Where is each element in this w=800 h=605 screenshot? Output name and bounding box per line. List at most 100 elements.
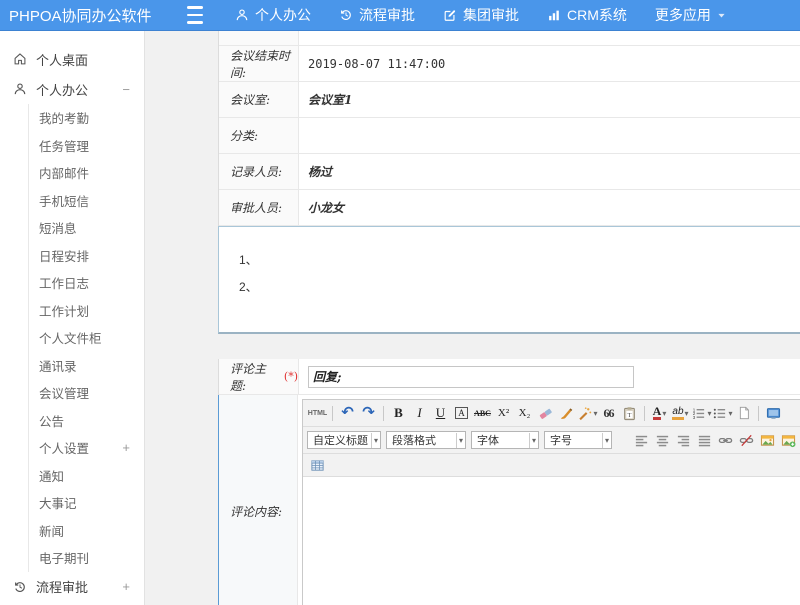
superscript-button-glyph: X² bbox=[498, 407, 509, 419]
image-button[interactable] bbox=[757, 431, 778, 450]
top-menu-label: 个人办公 bbox=[255, 5, 311, 25]
sidebar-item-label: 通讯录 bbox=[39, 356, 77, 375]
meeting-value-text: 2019-08-07 11:47:00 bbox=[308, 57, 445, 71]
heading-select[interactable]: 自定义标题▾ bbox=[307, 431, 381, 449]
meeting-row-label: 审批人员: bbox=[219, 190, 299, 225]
align-justify-button[interactable] bbox=[694, 431, 715, 450]
blockquote-button-glyph: 66 bbox=[604, 406, 614, 421]
sidebar-item-17[interactable]: 大事记 bbox=[29, 489, 144, 517]
table-button[interactable] bbox=[307, 456, 328, 475]
sidebar-subgroup: 我的考勤任务管理内部邮件手机短信短消息日程安排工作日志工作计划个人文件柜通讯录会… bbox=[28, 104, 144, 572]
history-icon bbox=[13, 580, 27, 594]
sidebar-item-4[interactable]: 任务管理 bbox=[29, 132, 144, 160]
svg-text:3: 3 bbox=[693, 414, 696, 419]
paragraph-select[interactable]: 段落格式▾ bbox=[386, 431, 466, 449]
source-button[interactable]: HTML bbox=[307, 404, 328, 423]
meeting-value-text: 会议室1 bbox=[308, 91, 352, 108]
quick-format-button[interactable]: ▾ bbox=[577, 404, 598, 423]
sidebar-item-3[interactable]: 我的考勤 bbox=[29, 104, 144, 132]
remove-format-button[interactable] bbox=[535, 404, 556, 423]
sidebar-item-7[interactable]: 短消息 bbox=[29, 214, 144, 242]
sidebar-item-10[interactable]: 工作计划 bbox=[29, 297, 144, 325]
format-brush-button[interactable] bbox=[556, 404, 577, 423]
sidebar-item-18[interactable]: 新闻 bbox=[29, 517, 144, 545]
sidebar-item-9[interactable]: 工作日志 bbox=[29, 269, 144, 297]
editor-content-area[interactable] bbox=[303, 477, 800, 605]
sidebar-item-2[interactable]: 个人办公 − bbox=[0, 74, 144, 104]
top-menu-item-1[interactable]: 个人办公 bbox=[235, 5, 311, 25]
redo-button[interactable]: ↷ bbox=[358, 404, 379, 423]
new-page-button[interactable] bbox=[733, 404, 754, 423]
sidebar-item-14[interactable]: 公告 bbox=[29, 407, 144, 435]
italic-button-glyph: I bbox=[417, 405, 421, 421]
size-select[interactable]: 字号▾ bbox=[544, 431, 612, 449]
highlight-button-glyph: ab bbox=[672, 407, 683, 420]
history-icon bbox=[339, 8, 353, 22]
link-button[interactable] bbox=[715, 431, 736, 450]
paste-text-button[interactable]: T bbox=[619, 404, 640, 423]
underline-button[interactable]: U bbox=[430, 404, 451, 423]
top-menu-item-4[interactable]: CRM系统 bbox=[547, 5, 627, 25]
sidebar-item-20[interactable]: 流程审批+ bbox=[0, 572, 144, 602]
sidebar-item-label: 手机短信 bbox=[39, 191, 89, 210]
sidebar-item-8[interactable]: 日程安排 bbox=[29, 242, 144, 270]
app-title[interactable]: PHPOA协同办公软件 bbox=[0, 5, 187, 26]
sidebar-item-1[interactable]: 个人桌面 bbox=[0, 44, 144, 74]
sidebar-item-15[interactable]: 个人设置+ bbox=[29, 434, 144, 462]
top-menu-item-5[interactable]: 更多应用 bbox=[655, 5, 726, 25]
link-icon bbox=[718, 433, 733, 448]
sidebar-item-13[interactable]: 会议管理 bbox=[29, 379, 144, 407]
caret-down-icon: ▾ bbox=[529, 433, 538, 448]
highlight-button[interactable]: ab▾ bbox=[670, 404, 691, 423]
comment-subject-input[interactable] bbox=[308, 366, 634, 388]
insert-image-icon bbox=[781, 433, 796, 448]
meeting-row-value: 杨过 bbox=[299, 154, 800, 189]
sidebar-item-12[interactable]: 通讯录 bbox=[29, 352, 144, 380]
top-menu-item-3[interactable]: 集团审批 bbox=[443, 5, 519, 25]
comment-subject-label: 评论主题: (*) bbox=[219, 359, 299, 394]
top-menu-item-2[interactable]: 流程审批 bbox=[339, 5, 415, 25]
unlink-button[interactable] bbox=[736, 431, 757, 450]
ordered-list-button[interactable]: 123▾ bbox=[691, 404, 712, 423]
font-select[interactable]: 字体▾ bbox=[471, 431, 539, 449]
sidebar-item-11[interactable]: 个人文件柜 bbox=[29, 324, 144, 352]
font-style-button[interactable]: A bbox=[451, 404, 472, 423]
strikethrough-button-glyph: ABC bbox=[474, 409, 491, 418]
rich-text-editor: HTML↶↷BIUAABCX²X₂▾66TA▾ab▾123▾▾ 自定义标题▾段落… bbox=[302, 399, 800, 605]
superscript-button[interactable]: X² bbox=[493, 404, 514, 423]
unordered-list-button[interactable]: ▾ bbox=[712, 404, 733, 423]
insert-image-button[interactable] bbox=[778, 431, 799, 450]
caret-down-icon: ▾ bbox=[728, 409, 732, 418]
align-right-button[interactable] bbox=[673, 431, 694, 450]
expand-plus-icon[interactable]: + bbox=[122, 579, 134, 594]
monitor-icon bbox=[766, 406, 781, 421]
undo-button[interactable]: ↶ bbox=[337, 404, 358, 423]
align-left-button[interactable] bbox=[631, 431, 652, 450]
hamburger-menu-icon[interactable] bbox=[187, 4, 209, 26]
font-color-button[interactable]: A▾ bbox=[649, 404, 670, 423]
bold-button[interactable]: B bbox=[388, 404, 409, 423]
comment-content-cell: HTML↶↷BIUAABCX²X₂▾66TA▾ab▾123▾▾ 自定义标题▾段落… bbox=[298, 395, 800, 605]
subscript-button[interactable]: X₂ bbox=[514, 404, 535, 423]
sidebar-item-19[interactable]: 电子期刊 bbox=[29, 544, 144, 572]
app-window: PHPOA协同办公软件 个人办公流程审批集团审批CRM系统更多应用 个人桌面个人… bbox=[0, 0, 800, 605]
sidebar-item-16[interactable]: 通知 bbox=[29, 462, 144, 490]
eraser-icon bbox=[538, 406, 553, 421]
underline-button-glyph: U bbox=[436, 405, 445, 421]
expand-plus-icon[interactable]: + bbox=[122, 440, 134, 455]
toolbar-separator bbox=[332, 406, 333, 421]
strikethrough-button[interactable]: ABC bbox=[472, 404, 493, 423]
top-header: PHPOA协同办公软件 个人办公 流程审批 集团审批 CRM系统 更多应用 bbox=[0, 0, 800, 31]
meeting-content-line: 1、 bbox=[239, 247, 800, 274]
meeting-value-text: 杨过 bbox=[308, 163, 332, 180]
sidebar-item-5[interactable]: 内部邮件 bbox=[29, 159, 144, 187]
italic-button[interactable]: I bbox=[409, 404, 430, 423]
align-center-button[interactable] bbox=[652, 431, 673, 450]
sidebar-item-label: 短消息 bbox=[39, 218, 77, 237]
source-button-glyph: HTML bbox=[308, 410, 327, 417]
collapse-minus-icon[interactable]: − bbox=[122, 82, 134, 97]
blockquote-button[interactable]: 66 bbox=[598, 404, 619, 423]
sidebar-item-label: 个人办公 bbox=[36, 80, 88, 99]
fullscreen-button[interactable] bbox=[763, 404, 784, 423]
sidebar-item-6[interactable]: 手机短信 bbox=[29, 187, 144, 215]
